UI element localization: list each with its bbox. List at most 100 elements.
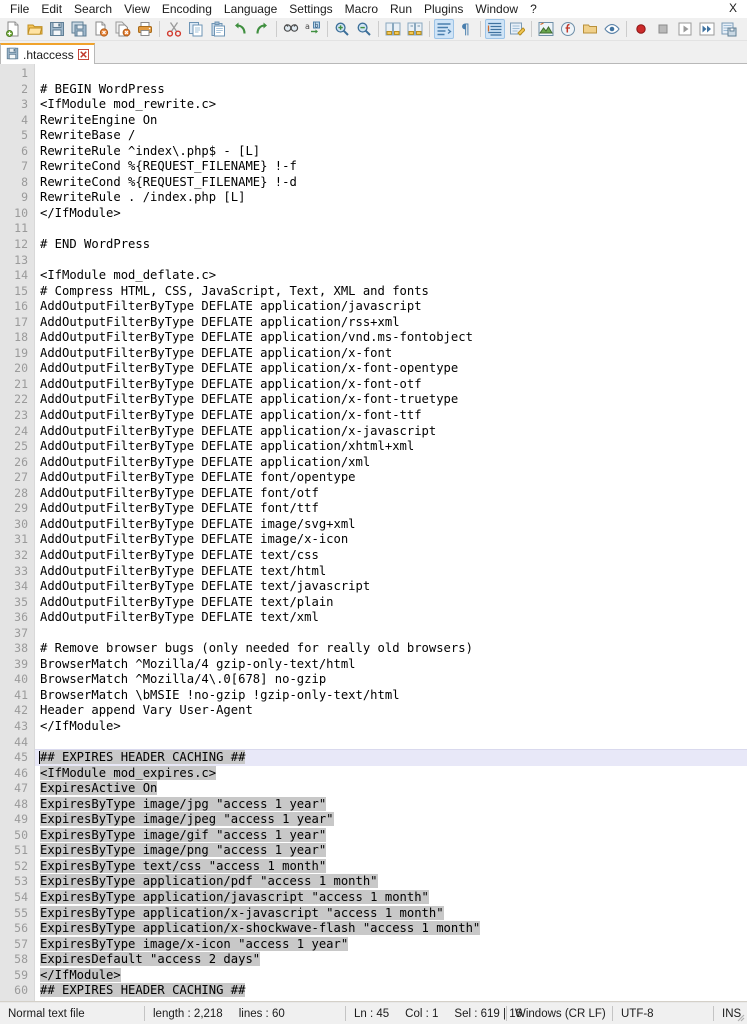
code-line[interactable]: 12 # END WordPress	[0, 237, 747, 253]
code-line[interactable]: 47 ExpiresActive On	[0, 781, 747, 797]
save-all-icon[interactable]	[69, 19, 89, 39]
close-tab-icon[interactable]	[77, 49, 89, 60]
undo-icon[interactable]	[230, 19, 250, 39]
tab-htaccess[interactable]: .htaccess	[0, 43, 95, 64]
macro-stop-icon[interactable]	[653, 19, 673, 39]
code-line[interactable]: 17 AddOutputFilterByType DEFLATE applicat…	[0, 315, 747, 331]
word-wrap-icon[interactable]	[434, 19, 454, 39]
code-line[interactable]: 11	[0, 221, 747, 237]
code-line[interactable]: 58 ExpiresDefault "access 2 days"	[0, 952, 747, 968]
save-icon[interactable]	[47, 19, 67, 39]
code-line[interactable]: 52 ExpiresByType text/css "access 1 month…	[0, 858, 747, 875]
zoom-in-icon[interactable]	[332, 19, 352, 39]
menu-item-file[interactable]: File	[4, 1, 35, 18]
code-line[interactable]: 31 AddOutputFilterByType DEFLATE image/x-…	[0, 532, 747, 548]
open-file-icon[interactable]	[25, 19, 45, 39]
code-line[interactable]: 1	[0, 66, 747, 82]
show-all-characters-icon[interactable]: ¶	[456, 19, 476, 39]
code-line[interactable]: 32 AddOutputFilterByType DEFLATE text/css	[0, 548, 747, 564]
folder-as-workspace-icon[interactable]	[580, 19, 600, 39]
code-line[interactable]: 35 AddOutputFilterByType DEFLATE text/pla…	[0, 595, 747, 611]
code-line[interactable]: 54 ExpiresByType application/javascript "…	[0, 889, 747, 906]
macro-play-multiple-icon[interactable]	[697, 19, 717, 39]
zoom-out-icon[interactable]	[354, 19, 374, 39]
function-list-icon[interactable]	[558, 19, 578, 39]
code-line[interactable]: 5 RewriteBase /	[0, 128, 747, 144]
code-line[interactable]: 15 # Compress HTML, CSS, JavaScript, Text…	[0, 284, 747, 300]
code-line[interactable]: 49 ExpiresByType image/jpeg "access 1 yea…	[0, 812, 747, 828]
code-line[interactable]: 37	[0, 626, 747, 642]
user-defined-language-icon[interactable]	[507, 19, 527, 39]
editor-area[interactable]: 1 2 # BEGIN WordPress 3 <IfModule mod_rewrit…	[0, 64, 747, 1002]
code-line[interactable]: 7 RewriteCond %{REQUEST_FILENAME} !-f	[0, 159, 747, 175]
code-line[interactable]: 46 <IfModule mod_expires.c>	[0, 765, 747, 782]
menu-item-run[interactable]: Run	[384, 1, 418, 18]
code-line[interactable]: 38 # Remove browser bugs (only needed for…	[0, 641, 747, 657]
code-text[interactable]: 1 2 # BEGIN WordPress 3 <IfModule mod_rewrit…	[0, 64, 747, 1001]
print-icon[interactable]	[135, 19, 155, 39]
menu-item-search[interactable]: Search	[68, 1, 118, 18]
menu-item-edit[interactable]: Edit	[35, 1, 68, 18]
code-line[interactable]: 56 ExpiresByType application/x-shockwave-…	[0, 921, 747, 937]
menu-item-plugins[interactable]: Plugins	[418, 1, 469, 18]
replace-icon[interactable]: ab	[303, 19, 323, 39]
code-line[interactable]: 53 ExpiresByType application/pdf "access …	[0, 874, 747, 890]
indent-guide-icon[interactable]	[485, 19, 505, 39]
code-line[interactable]: 6 RewriteRule ^index\.php$ - [L]	[0, 144, 747, 160]
code-line[interactable]: 34 AddOutputFilterByType DEFLATE text/jav…	[0, 579, 747, 595]
code-line[interactable]: 23 AddOutputFilterByType DEFLATE applicat…	[0, 408, 747, 424]
code-line[interactable]: 3 <IfModule mod_rewrite.c>	[0, 97, 747, 113]
macro-record-icon[interactable]	[631, 19, 651, 39]
sync-horizontal-scroll-icon[interactable]	[405, 19, 425, 39]
code-line[interactable]: 48 ExpiresByType image/jpg "access 1 year…	[0, 796, 747, 813]
code-line[interactable]: 18 AddOutputFilterByType DEFLATE applicat…	[0, 330, 747, 346]
code-line[interactable]: 57 ExpiresByType image/x-icon "access 1 y…	[0, 936, 747, 953]
code-line[interactable]: 9 RewriteRule . /index.php [L]	[0, 190, 747, 206]
menu-item-window[interactable]: Window	[469, 1, 524, 18]
menu-item-settings[interactable]: Settings	[283, 1, 338, 18]
code-line[interactable]: 36 AddOutputFilterByType DEFLATE text/xml	[0, 610, 747, 626]
cut-icon[interactable]	[164, 19, 184, 39]
copy-icon[interactable]	[186, 19, 206, 39]
code-line[interactable]: 42 Header append Vary User-Agent	[0, 703, 747, 719]
code-line[interactable]: 59 </IfModule>	[0, 967, 747, 984]
window-close-button[interactable]: X	[726, 1, 740, 16]
code-line[interactable]: 21 AddOutputFilterByType DEFLATE applicat…	[0, 377, 747, 393]
code-line[interactable]: 44	[0, 735, 747, 751]
code-line[interactable]: 40 BrowserMatch ^Mozilla/4\.0[678] no-gzi…	[0, 672, 747, 688]
menu-item-language[interactable]: Language	[218, 1, 283, 18]
code-line[interactable]: 22 AddOutputFilterByType DEFLATE applicat…	[0, 392, 747, 408]
code-line[interactable]: 30 AddOutputFilterByType DEFLATE image/sv…	[0, 517, 747, 533]
close-all-files-icon[interactable]	[113, 19, 133, 39]
menu-item-view[interactable]: View	[118, 1, 156, 18]
code-line[interactable]: 45 ## EXPIRES HEADER CACHING ##	[0, 749, 747, 766]
menu-item-help[interactable]: ?	[524, 1, 543, 18]
code-line[interactable]: 41 BrowserMatch \bMSIE !no-gzip !gzip-onl…	[0, 688, 747, 704]
menu-item-encoding[interactable]: Encoding	[156, 1, 218, 18]
code-line[interactable]: 29 AddOutputFilterByType DEFLATE font/ttf	[0, 501, 747, 517]
resize-grip-icon[interactable]	[733, 1010, 745, 1022]
menu-item-macro[interactable]: Macro	[339, 1, 384, 18]
code-line[interactable]: 24 AddOutputFilterByType DEFLATE applicat…	[0, 424, 747, 440]
redo-icon[interactable]	[252, 19, 272, 39]
code-line[interactable]: 25 AddOutputFilterByType DEFLATE applicat…	[0, 439, 747, 455]
code-line[interactable]: 27 AddOutputFilterByType DEFLATE font/ope…	[0, 470, 747, 486]
monitor-file-icon[interactable]	[602, 19, 622, 39]
sync-vertical-scroll-icon[interactable]	[383, 19, 403, 39]
code-line[interactable]: 4 RewriteEngine On	[0, 113, 747, 129]
code-line[interactable]: 8 RewriteCond %{REQUEST_FILENAME} !-d	[0, 175, 747, 191]
macro-save-icon[interactable]	[719, 19, 739, 39]
code-line[interactable]: 50 ExpiresByType image/gif "access 1 year…	[0, 827, 747, 844]
macro-play-icon[interactable]	[675, 19, 695, 39]
code-line[interactable]: 39 BrowserMatch ^Mozilla/4 gzip-only-text…	[0, 657, 747, 673]
code-line[interactable]: 10 </IfModule>	[0, 206, 747, 222]
find-icon[interactable]	[281, 19, 301, 39]
code-line[interactable]: 51 ExpiresByType image/png "access 1 year…	[0, 843, 747, 859]
code-line[interactable]: 43 </IfModule>	[0, 719, 747, 735]
new-file-icon[interactable]	[3, 19, 23, 39]
code-line[interactable]: 26 AddOutputFilterByType DEFLATE applicat…	[0, 455, 747, 471]
code-line[interactable]: 16 AddOutputFilterByType DEFLATE applicat…	[0, 299, 747, 315]
code-line[interactable]: 60 ## EXPIRES HEADER CACHING ##	[0, 983, 747, 999]
code-line[interactable]: 28 AddOutputFilterByType DEFLATE font/otf	[0, 486, 747, 502]
document-map-icon[interactable]	[536, 19, 556, 39]
